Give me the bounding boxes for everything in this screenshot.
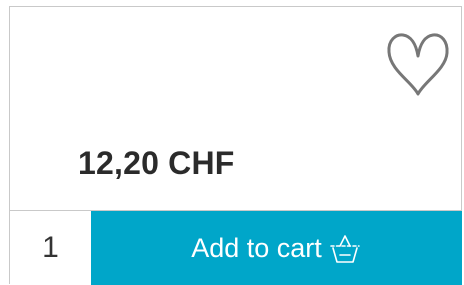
quantity-input[interactable]	[10, 211, 91, 285]
product-price: 12,20 CHF	[78, 145, 235, 181]
add-to-cart-label: Add to cart	[191, 232, 322, 263]
favorite-button[interactable]	[386, 32, 450, 98]
product-card: 12,20 CHF Add to cart	[9, 6, 462, 285]
add-to-cart-button[interactable]: Add to cart	[91, 211, 462, 285]
heart-outline-icon	[387, 33, 449, 96]
basket-icon	[329, 235, 360, 263]
